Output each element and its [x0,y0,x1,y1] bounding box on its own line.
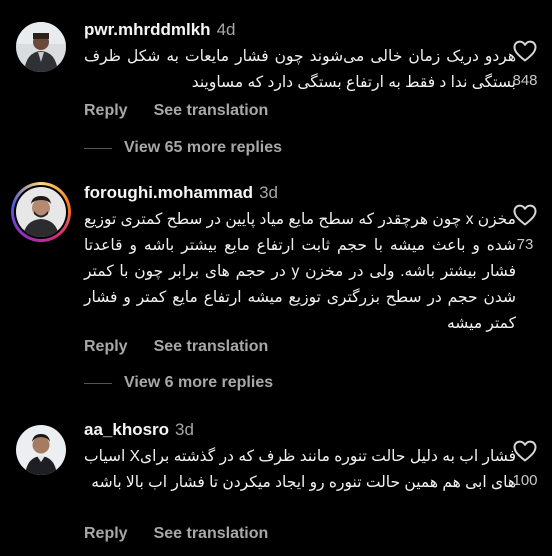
username[interactable]: foroughi.mohammad [84,183,253,202]
comment-actions: Reply See translation [84,338,294,356]
heart-outline-icon[interactable] [513,440,537,462]
like-count: 73 [516,236,534,253]
timestamp: 3d [259,183,278,202]
replies-divider [84,383,112,384]
like-control: 100 [500,440,550,489]
view-replies-button[interactable]: View 6 more replies [124,374,273,392]
comment-meta: pwr.mhrddmlkh 4d [84,20,236,40]
avatar[interactable] [16,22,66,72]
username[interactable]: pwr.mhrddmlkh [84,20,211,39]
comment-text: مخزن x چون هرچقدر که سطح مایع میاد پایین… [83,211,516,332]
replies-divider [84,148,112,149]
timestamp: 3d [175,420,194,439]
view-replies-button[interactable]: View 65 more replies [124,139,282,157]
like-count: 848 [512,72,538,89]
see-translation-button[interactable]: See translation [154,102,269,119]
like-count: 100 [512,472,538,489]
comment-meta: aa_khosro 3d [84,420,194,440]
timestamp: 4d [216,20,236,39]
username[interactable]: aa_khosro [84,420,169,439]
reply-button[interactable]: Reply [84,338,128,355]
reply-button[interactable]: Reply [84,102,128,119]
see-translation-button[interactable]: See translation [154,338,269,355]
comment-actions: Reply See translation [84,102,294,120]
comment-text: فشار اب به دلیل حالت تنوره مانند ظرف که … [84,448,516,491]
like-control: 73 [500,204,550,253]
comment-actions: Reply See translation [84,525,294,543]
see-translation-button[interactable]: See translation [154,525,269,542]
avatar[interactable] [11,182,71,242]
avatar[interactable] [16,425,66,475]
comments-list: pwr.mhrddmlkh 4d هردو دریک زمان خالی می‌ش… [0,0,552,556]
comment-text: هردو دریک زمان خالی می‌شوند چون فشار مای… [84,48,516,91]
like-control: 848 [500,40,550,89]
heart-outline-icon[interactable] [513,204,537,226]
heart-outline-icon[interactable] [513,40,537,62]
reply-button[interactable]: Reply [84,525,128,542]
comment-meta: foroughi.mohammad 3d [84,183,278,203]
